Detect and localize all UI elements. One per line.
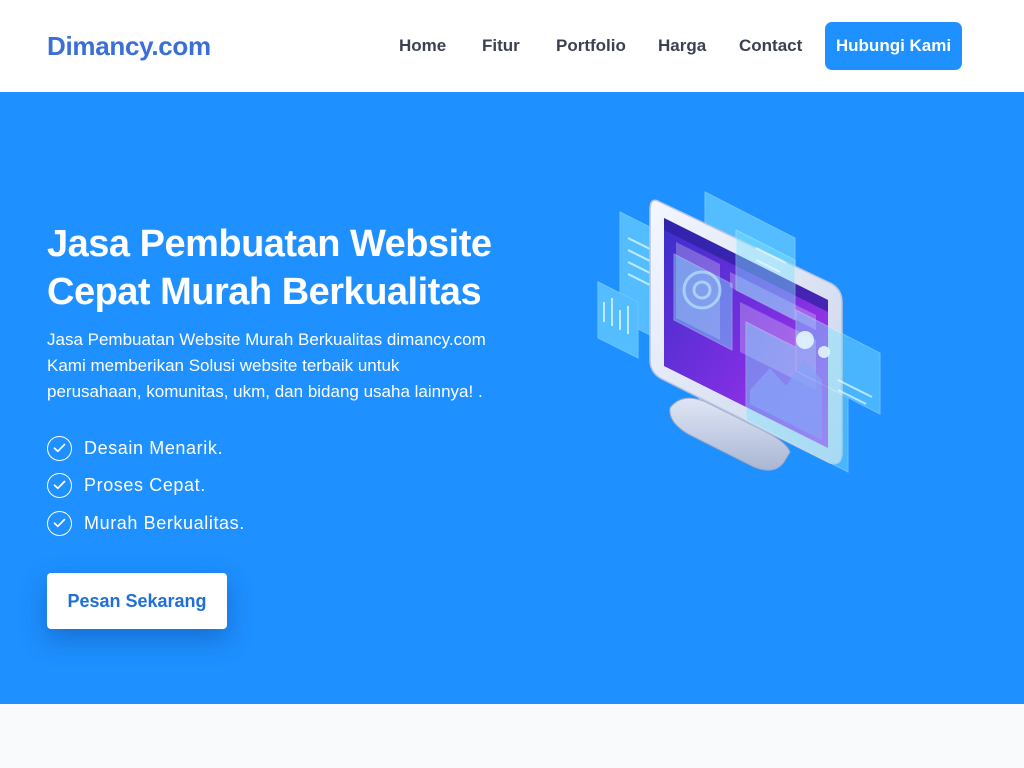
nav-link-portfolio[interactable]: Portfolio (556, 36, 626, 56)
nav-link-harga[interactable]: Harga (658, 36, 706, 56)
hero-description-line-1: Jasa Pembuatan Website Murah Berkualitas… (47, 330, 486, 349)
hero-section: Jasa Pembuatan Website Cepat Murah Berku… (0, 92, 1024, 704)
contact-us-button[interactable]: Hubungi Kami (825, 22, 962, 70)
nav-link-fitur[interactable]: Fitur (482, 36, 520, 56)
feature-label: Desain Menarik. (84, 437, 224, 458)
hero-title-line-1: Jasa Pembuatan Website (47, 223, 492, 265)
check-circle-icon (47, 510, 72, 536)
feature-item: Murah Berkualitas. (47, 510, 245, 536)
nav-link-home[interactable]: Home (399, 36, 446, 56)
lower-section (0, 704, 1024, 768)
feature-label: Proses Cepat. (84, 474, 206, 495)
hero-description-line-3: perusahaan, komunitas, ukm, dan bidang u… (47, 382, 483, 401)
check-circle-icon (47, 472, 72, 498)
feature-item: Desain Menarik. (47, 435, 223, 461)
hero-title-line-2: Cepat Murah Berkualitas (47, 271, 482, 313)
navbar: Dimancy.com Home Fitur Portfolio Harga C… (0, 0, 1024, 92)
hero-description-line-2: Kami memberikan Solusi website terbaik u… (47, 356, 400, 375)
feature-label: Murah Berkualitas. (84, 512, 245, 533)
hero-title: Jasa Pembuatan Website Cepat Murah Berku… (47, 220, 517, 316)
hero-description: Jasa Pembuatan Website Murah Berkualitas… (47, 327, 517, 405)
computer-monitor-illustration (597, 191, 881, 473)
nav-link-contact[interactable]: Contact (739, 36, 802, 56)
brand-logo[interactable]: Dimancy.com (47, 31, 211, 62)
order-now-button[interactable]: Pesan Sekarang (47, 573, 227, 629)
feature-item: Proses Cepat. (47, 472, 206, 498)
check-circle-icon (47, 435, 72, 461)
